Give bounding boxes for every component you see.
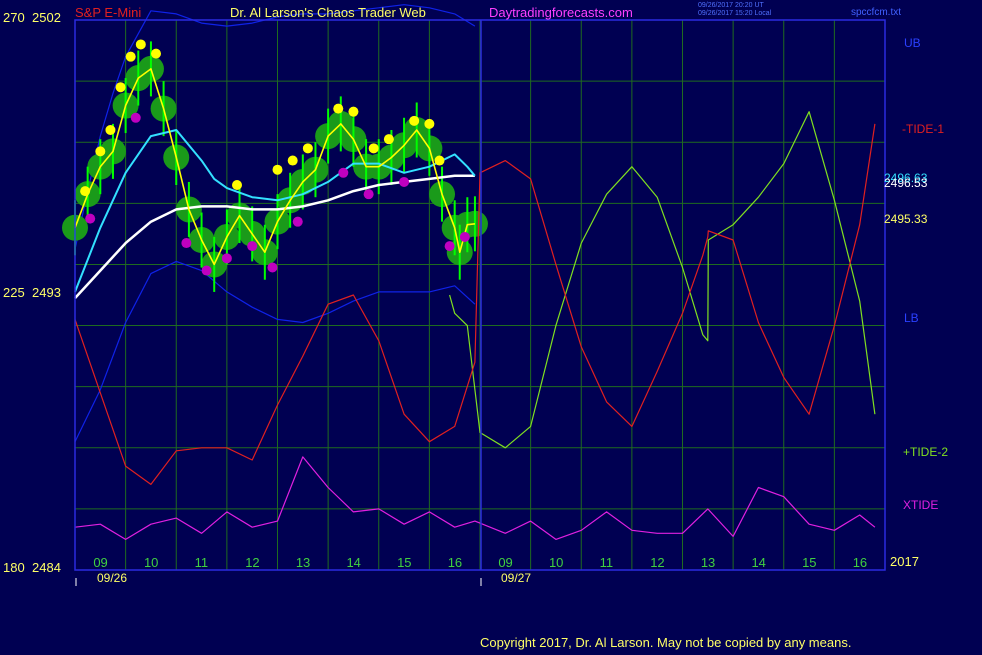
high-dot	[115, 82, 126, 93]
date-label-1: 09/26	[97, 571, 127, 585]
x-tick-label: 14	[346, 555, 360, 570]
chart-root: S&P E-Mini Dr. Al Larson's Chaos Trader …	[0, 0, 982, 650]
year-label: 2017	[890, 554, 919, 569]
high-dot	[409, 115, 420, 126]
low-dot	[267, 262, 278, 273]
low-dot	[444, 241, 455, 252]
high-dot	[232, 180, 242, 190]
low-dot	[221, 253, 232, 264]
high-dot	[80, 186, 91, 197]
file-name: spccfcm.txt	[851, 7, 901, 18]
x-tick-label: 10	[549, 555, 563, 570]
low-dot	[459, 231, 470, 242]
author-title: Dr. Al Larson's Chaos Trader Web	[230, 5, 426, 20]
high-dot	[333, 103, 344, 114]
high-dot	[272, 164, 283, 175]
chart-svg: S&P E-Mini Dr. Al Larson's Chaos Trader …	[0, 0, 982, 650]
x-tick-label: 12	[650, 555, 664, 570]
timestamp-utc: 09/26/2017 20:20 UT	[698, 2, 764, 9]
timestamp-local: 09/26/2017 15:20 Local	[698, 10, 772, 17]
x-tick-label: 15	[397, 555, 411, 570]
x-tick-label: 13	[701, 555, 715, 570]
high-dot	[151, 48, 161, 59]
y-tick-right-mid: 2493	[32, 285, 61, 300]
label-xtide: XTIDE	[903, 498, 938, 512]
y-tick-left-mid: 225	[3, 285, 25, 300]
x-tick-label: 13	[296, 555, 310, 570]
low-dot	[338, 167, 349, 178]
high-dot	[383, 134, 394, 145]
x-tick-label: 16	[853, 555, 867, 570]
low-dot	[363, 189, 374, 200]
label-tide2: +TIDE-2	[903, 445, 948, 459]
price-label-c: 2495.33	[884, 212, 928, 226]
low-dot	[399, 176, 410, 187]
low-dot	[201, 265, 212, 276]
x-tick-label: 14	[751, 555, 765, 570]
x-tick-label: 09	[93, 555, 107, 570]
label-lb: LB	[904, 311, 919, 325]
x-tick-label: 11	[600, 555, 614, 570]
y-tick-left-top: 270	[3, 10, 25, 25]
high-dot	[135, 39, 146, 50]
low-dot	[247, 241, 258, 252]
x-tick-label: 16	[448, 555, 462, 570]
high-dot	[424, 118, 435, 129]
high-dot	[368, 143, 379, 154]
label-tide1: -TIDE-1	[902, 122, 944, 136]
x-tick-label: 11	[195, 555, 209, 570]
y-tick-right-top: 2502	[32, 10, 61, 25]
x-tick-label: 15	[802, 555, 816, 570]
site-link[interactable]: Daytradingforecasts.com	[489, 5, 633, 20]
y-tick-right-bottom: 2484	[32, 560, 61, 575]
y-tick-left-bottom: 180	[3, 560, 25, 575]
price-label-b: 2496.53	[884, 176, 928, 190]
high-dot	[287, 155, 298, 166]
high-dot	[348, 106, 359, 117]
date-label-2: 09/27	[501, 571, 531, 585]
label-ub: UB	[904, 36, 921, 50]
symbol-title: S&P E-Mini	[75, 5, 141, 20]
x-tick-label: 12	[245, 555, 259, 570]
low-dot	[85, 213, 96, 224]
high-dot	[95, 146, 106, 157]
high-dot	[105, 125, 116, 135]
low-dot	[181, 238, 192, 249]
high-dot	[434, 155, 445, 166]
copyright: Copyright 2017, Dr. Al Larson. May not b…	[480, 635, 851, 650]
low-dot	[292, 216, 303, 227]
low-dot	[130, 112, 141, 123]
x-tick-label: 09	[498, 555, 512, 570]
high-dot	[125, 51, 136, 62]
high-dot	[302, 143, 313, 154]
x-tick-label: 10	[144, 555, 158, 570]
